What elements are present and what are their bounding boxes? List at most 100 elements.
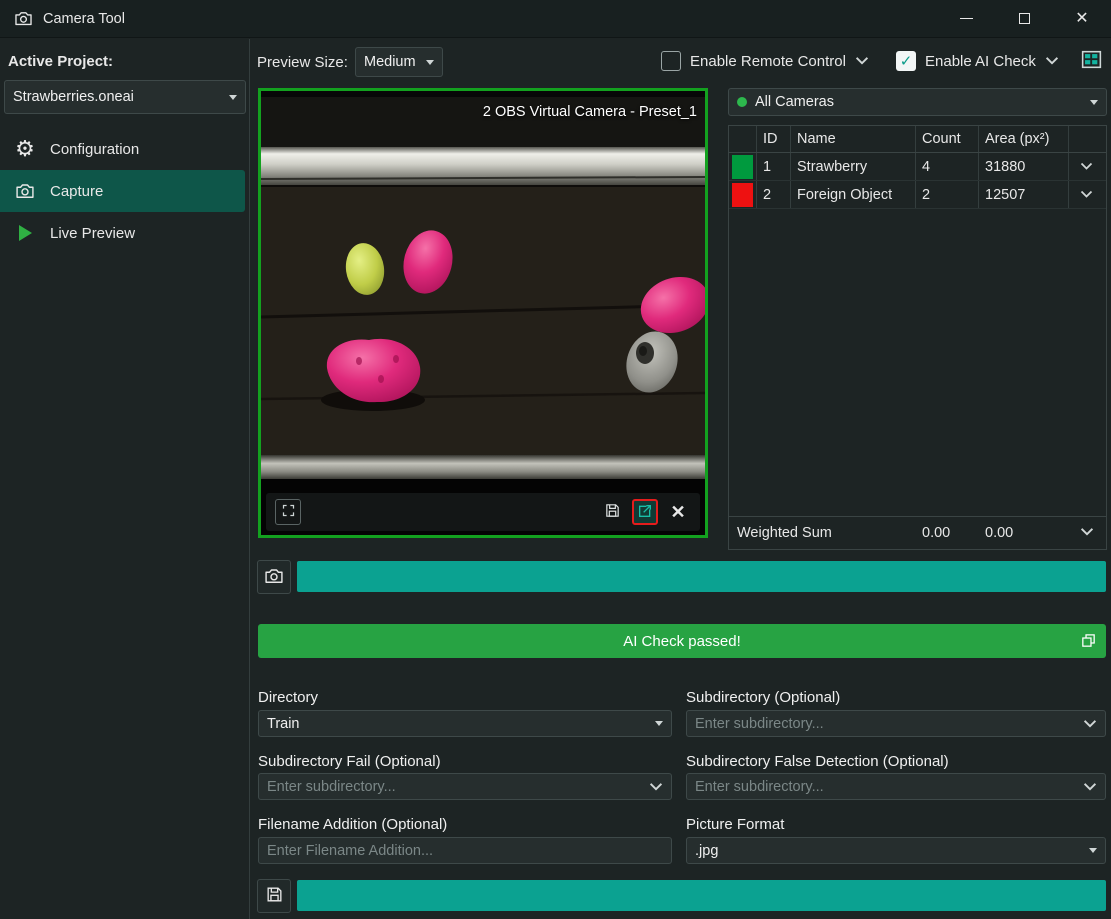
minimize-icon — [960, 18, 973, 19]
close-icon: ✕ — [1075, 11, 1088, 27]
chevron-down-icon — [1080, 159, 1093, 175]
window-controls: ✕ — [937, 0, 1111, 37]
weighted-sum-count: 0.00 — [916, 525, 979, 541]
directory-value: Train — [267, 716, 300, 732]
ai-check-status-button[interactable]: AI Check passed! — [258, 624, 1106, 658]
subdirectory-false-detection-input[interactable] — [695, 779, 1083, 795]
table-empty-area — [729, 209, 1106, 516]
preview-controls-bar: ✕ — [266, 493, 700, 531]
class-color-swatch — [732, 155, 753, 179]
chevron-down-icon — [1080, 187, 1093, 203]
chevron-down-icon — [1090, 100, 1098, 105]
camera-status-dot — [737, 97, 747, 107]
minimize-button[interactable] — [937, 0, 995, 37]
save-image-button[interactable] — [257, 879, 291, 913]
chevron-down-icon[interactable] — [1083, 719, 1097, 729]
subdirectory-false-detection-combobox[interactable] — [686, 773, 1106, 800]
ai-check-checkbox[interactable]: ✓ — [896, 51, 916, 71]
camera-icon — [12, 181, 38, 201]
chevron-down-icon — [655, 721, 663, 726]
capture-progress-bar — [297, 561, 1106, 592]
row-id-cell: 2 — [757, 181, 791, 208]
grid-panel-button[interactable] — [1078, 47, 1105, 74]
row-color-cell — [729, 153, 757, 180]
subdirectory-fail-input[interactable] — [267, 779, 649, 795]
row-id-cell: 1 — [757, 153, 791, 180]
chevron-down-icon[interactable] — [855, 56, 869, 66]
camera-tool-window: Camera Tool ✕ Active Project: Strawberri… — [0, 0, 1111, 919]
camera-selector[interactable]: All Cameras — [728, 88, 1107, 116]
subdirectory-fail-label: Subdirectory Fail (Optional) — [258, 753, 441, 770]
enable-remote-control-toggle[interactable]: Enable Remote Control — [661, 48, 869, 74]
window-title: Camera Tool — [43, 11, 125, 27]
sidebar-item-configuration[interactable]: ⚙ Configuration — [0, 128, 249, 170]
ai-check-label: Enable AI Check — [925, 53, 1036, 70]
save-icon — [604, 502, 621, 522]
count-column-header: Count — [916, 126, 979, 152]
sidebar-item-capture[interactable]: Capture — [0, 170, 245, 212]
close-button[interactable]: ✕ — [1053, 0, 1111, 37]
chevron-down-icon — [1089, 848, 1097, 853]
weighted-sum-label: Weighted Sum — [729, 525, 916, 541]
area-column-header: Area (px²) — [979, 126, 1069, 152]
save-preview-button[interactable] — [599, 499, 625, 525]
subdirectory-input[interactable] — [695, 716, 1083, 732]
subdirectory-combobox[interactable] — [686, 710, 1106, 737]
preview-source-title: 2 OBS Virtual Camera - Preset_1 — [483, 104, 697, 120]
subdirectory-fail-combobox[interactable] — [258, 773, 672, 800]
close-preview-button[interactable]: ✕ — [665, 499, 691, 525]
chevron-down-icon[interactable] — [649, 782, 663, 792]
weighted-sum-area: 0.00 — [979, 525, 1069, 541]
row-area-cell: 31880 — [979, 153, 1069, 180]
sidebar: Active Project: Strawberries.oneai ⚙ Con… — [0, 39, 250, 919]
subdirectory-label: Subdirectory (Optional) — [686, 689, 840, 706]
share-preview-button-highlighted[interactable] — [632, 499, 658, 525]
class-color-swatch — [732, 183, 753, 207]
move-preview-button[interactable] — [275, 499, 301, 525]
sidebar-item-live-preview[interactable]: Live Preview — [0, 212, 249, 254]
detections-table: ID Name Count Area (px²) 1 Strawberry 4 … — [728, 125, 1107, 550]
weighted-sum-expand-button[interactable] — [1069, 525, 1104, 541]
camera-app-icon — [14, 9, 33, 28]
sidebar-item-label: Capture — [50, 183, 103, 200]
share-icon — [637, 503, 653, 522]
maximize-icon — [1019, 13, 1030, 24]
preview-size-select[interactable]: Medium — [355, 47, 443, 77]
maximize-button[interactable] — [995, 0, 1053, 37]
row-expand-button[interactable] — [1069, 181, 1104, 208]
chevron-down-icon[interactable] — [1083, 782, 1097, 792]
row-count-cell: 4 — [916, 153, 979, 180]
popout-icon[interactable] — [1080, 632, 1097, 649]
id-column-header: ID — [757, 126, 791, 152]
move-icon — [281, 503, 296, 521]
row-name-cell: Strawberry — [791, 153, 916, 180]
filename-addition-input[interactable] — [267, 843, 663, 859]
save-progress-bar — [297, 880, 1106, 911]
picture-format-select[interactable]: .jpg — [686, 837, 1106, 864]
row-expand-button[interactable] — [1069, 153, 1104, 180]
save-icon — [265, 885, 284, 907]
directory-select[interactable]: Train — [258, 710, 672, 737]
camera-selector-value: All Cameras — [755, 94, 834, 110]
row-color-cell — [729, 181, 757, 208]
project-select[interactable]: Strawberries.oneai — [4, 80, 246, 114]
chevron-down-icon — [229, 95, 237, 100]
row-count-cell: 2 — [916, 181, 979, 208]
preview-size-label: Preview Size: — [257, 54, 348, 71]
sidebar-nav: ⚙ Configuration Capture Live Preview — [0, 128, 249, 254]
play-icon — [12, 225, 38, 241]
picture-format-value: .jpg — [695, 843, 718, 859]
ai-check-status-label: AI Check passed! — [623, 633, 741, 650]
capture-photo-button[interactable] — [257, 560, 291, 594]
enable-ai-check-toggle[interactable]: ✓ Enable AI Check — [896, 48, 1059, 74]
camera-preview: 2 OBS Virtual Camera - Preset_1 ✕ — [258, 88, 708, 538]
remote-control-checkbox[interactable] — [661, 51, 681, 71]
filename-addition-field[interactable] — [258, 837, 672, 864]
row-name-cell: Foreign Object — [791, 181, 916, 208]
table-header-row: ID Name Count Area (px²) — [729, 126, 1106, 153]
subdirectory-false-detection-label: Subdirectory False Detection (Optional) — [686, 753, 949, 770]
expand-column-header — [1069, 126, 1104, 152]
color-column-header — [729, 126, 757, 152]
chevron-down-icon[interactable] — [1045, 56, 1059, 66]
remote-control-label: Enable Remote Control — [690, 53, 846, 70]
